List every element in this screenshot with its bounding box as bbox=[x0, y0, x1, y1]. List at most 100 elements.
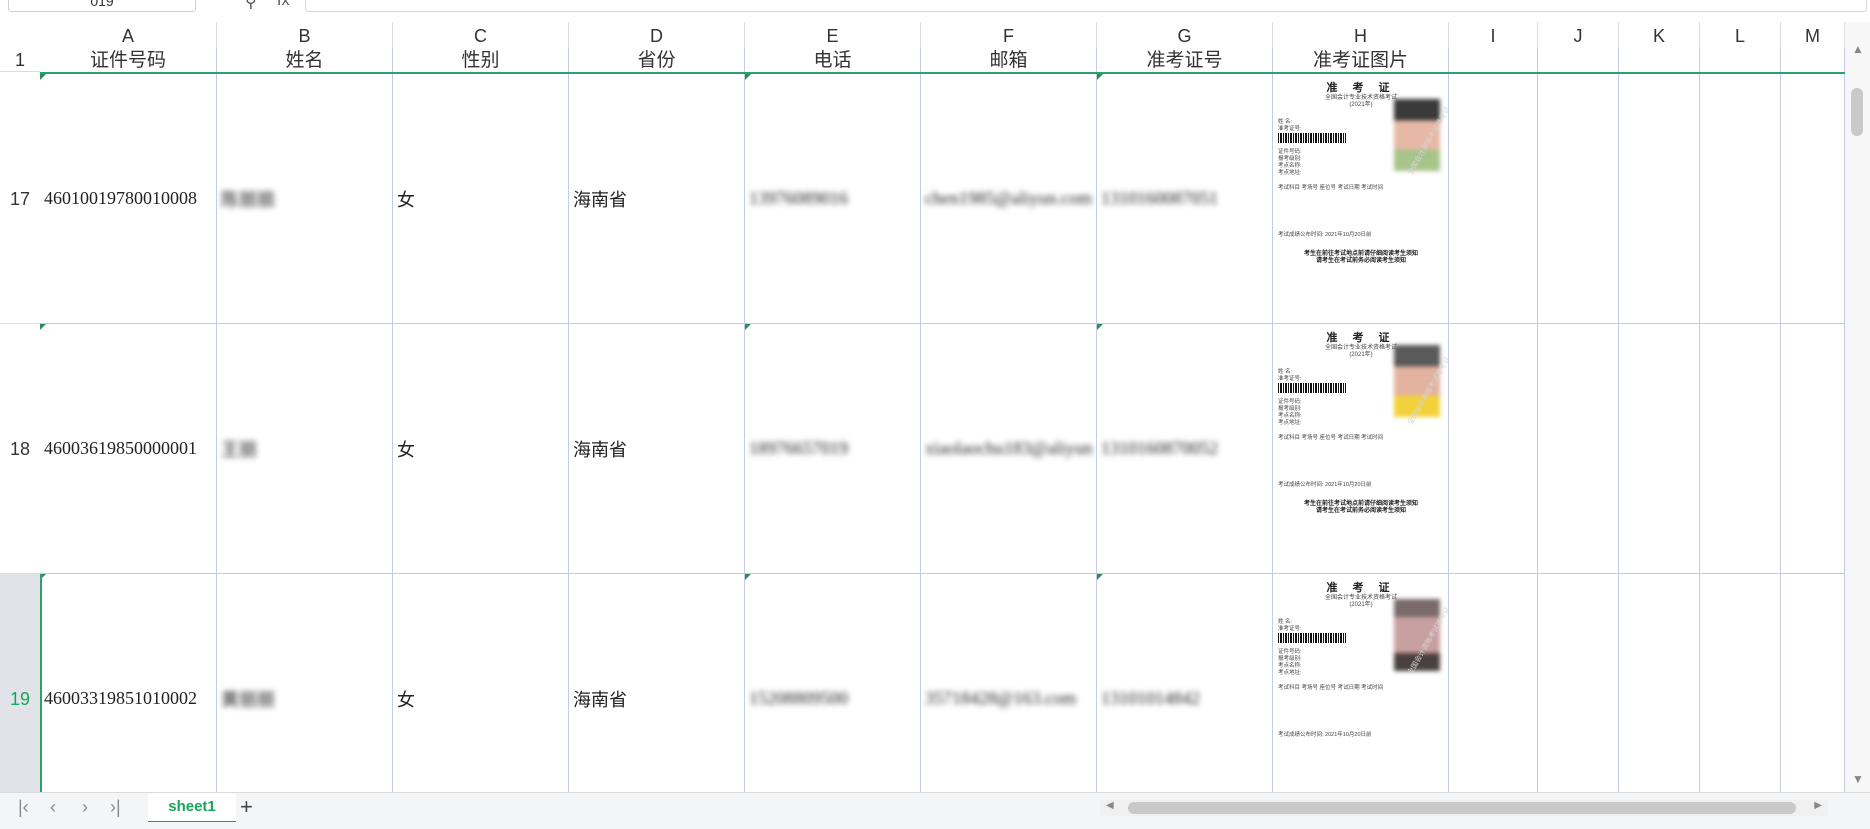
header-cell-phone[interactable]: 电话 bbox=[745, 48, 921, 74]
header-cell-email[interactable]: 邮箱 bbox=[921, 48, 1097, 74]
phone-cell[interactable]: 13976089016 bbox=[745, 74, 921, 324]
empty-cell[interactable] bbox=[1449, 324, 1538, 574]
next-sheet-icon[interactable]: › bbox=[82, 797, 88, 818]
name-cell[interactable]: 王丽 bbox=[217, 324, 393, 574]
phone-cell[interactable]: 15208809500 bbox=[745, 574, 921, 792]
empty-cell[interactable] bbox=[1781, 48, 1845, 74]
header-cell-ticket-number[interactable]: 准考证号 bbox=[1097, 48, 1273, 74]
column-header-e[interactable]: E bbox=[745, 22, 921, 48]
formula-bar: 019 ⚲ fx bbox=[0, 0, 1870, 22]
empty-cell[interactable] bbox=[1538, 48, 1619, 74]
empty-cell[interactable] bbox=[1449, 74, 1538, 324]
empty-cell[interactable] bbox=[1449, 574, 1538, 792]
column-header-h[interactable]: H bbox=[1273, 22, 1449, 48]
empty-cell[interactable] bbox=[1619, 574, 1700, 792]
scroll-left-icon[interactable]: ◀ bbox=[1106, 800, 1114, 811]
id-value: 46010019780010008 bbox=[44, 188, 197, 208]
empty-cell[interactable] bbox=[1619, 324, 1700, 574]
ticket-number-cell[interactable]: 1310160870052 bbox=[1097, 324, 1273, 574]
gender-value: 女 bbox=[397, 189, 415, 210]
column-header-f[interactable]: F bbox=[921, 22, 1097, 48]
horizontal-scroll-thumb[interactable] bbox=[1128, 802, 1796, 814]
id-cell[interactable]: 46010019780010008 bbox=[40, 74, 217, 324]
fx-label[interactable]: fx bbox=[277, 0, 289, 10]
horizontal-scrollbar[interactable]: ◀ ▶ bbox=[1100, 800, 1828, 816]
empty-cell[interactable] bbox=[1538, 74, 1619, 324]
header-cell-gender[interactable]: 性别 bbox=[393, 48, 569, 74]
ticket-title: 准 考 证 bbox=[1326, 582, 1396, 594]
empty-cell[interactable] bbox=[1619, 74, 1700, 324]
exam-table-header: 考试科目 考场号 座位号 考试日期 考试时间 bbox=[1278, 185, 1384, 191]
row-header-19[interactable]: 19 bbox=[0, 574, 40, 792]
province-cell[interactable]: 海南省 bbox=[569, 324, 745, 574]
empty-cell[interactable] bbox=[1781, 74, 1845, 324]
freeze-pane-line bbox=[40, 72, 1845, 74]
column-header-c[interactable]: C bbox=[393, 22, 569, 48]
first-sheet-icon[interactable]: |‹ bbox=[18, 797, 29, 818]
scroll-up-icon[interactable]: ▲ bbox=[1852, 42, 1864, 56]
formula-input[interactable] bbox=[305, 0, 1867, 12]
column-header-m[interactable]: M bbox=[1781, 22, 1845, 48]
gender-value: 女 bbox=[397, 439, 415, 460]
id-cell[interactable]: 46003319851010002 bbox=[40, 574, 217, 792]
column-header-g[interactable]: G bbox=[1097, 22, 1273, 48]
barcode bbox=[1278, 133, 1346, 143]
email-value: chen1985@aliyun.com bbox=[925, 188, 1093, 208]
column-header-k[interactable]: K bbox=[1619, 22, 1700, 48]
empty-cell[interactable] bbox=[1700, 324, 1781, 574]
empty-cell[interactable] bbox=[1781, 324, 1845, 574]
empty-cell[interactable] bbox=[1781, 574, 1845, 792]
id-cell[interactable]: 46003619850000001 bbox=[40, 324, 217, 574]
row-header-18[interactable]: 18 bbox=[0, 324, 40, 574]
province-cell[interactable]: 海南省 bbox=[569, 574, 745, 792]
province-cell[interactable]: 海南省 bbox=[569, 74, 745, 324]
header-cell-id[interactable]: 证件号码 bbox=[40, 48, 217, 74]
sheet-tab-sheet1[interactable]: sheet1 bbox=[148, 793, 236, 823]
gender-cell[interactable]: 女 bbox=[393, 324, 569, 574]
ticket-notice: 考生在前往考试地点前请仔细阅读考生须知 bbox=[1303, 251, 1418, 257]
zoom-search-icon[interactable]: ⚲ bbox=[245, 0, 257, 12]
empty-cell[interactable] bbox=[1700, 574, 1781, 792]
name-cell[interactable]: 陈丽丽 bbox=[217, 74, 393, 324]
column-header-d[interactable]: D bbox=[569, 22, 745, 48]
row-header-1[interactable]: 1 bbox=[0, 48, 40, 72]
name-box[interactable]: 019 bbox=[8, 0, 196, 12]
admission-ticket-image[interactable]: 准 考 证 全国会计专业技术资格考试 (2021年) 全国会计资格考试准考证 姓… bbox=[1274, 325, 1448, 573]
column-header-j[interactable]: J bbox=[1538, 22, 1619, 48]
empty-cell[interactable] bbox=[1449, 48, 1538, 74]
column-header-a[interactable]: A bbox=[40, 22, 217, 48]
header-cell-ticket-image[interactable]: 准考证图片 bbox=[1273, 48, 1449, 74]
email-cell[interactable]: 35718428@163.com bbox=[921, 574, 1097, 792]
column-header-i[interactable]: I bbox=[1449, 22, 1538, 48]
column-header-b[interactable]: B bbox=[217, 22, 393, 48]
header-cell-name[interactable]: 姓名 bbox=[217, 48, 393, 74]
empty-cell[interactable] bbox=[1538, 574, 1619, 792]
empty-cell[interactable] bbox=[1700, 74, 1781, 324]
email-cell[interactable]: xiaolaochu183@aliyun bbox=[921, 324, 1097, 574]
select-all-corner[interactable] bbox=[0, 22, 40, 48]
gender-cell[interactable]: 女 bbox=[393, 74, 569, 324]
gender-cell[interactable]: 女 bbox=[393, 574, 569, 792]
admission-ticket-image[interactable]: 准 考 证 全国会计专业技术资格考试 (2021年) 全国会计资格考试准考证 姓… bbox=[1274, 575, 1448, 792]
province-value: 海南省 bbox=[573, 689, 627, 710]
scroll-right-icon[interactable]: ▶ bbox=[1814, 800, 1822, 811]
name-value: 陈丽丽 bbox=[221, 189, 275, 210]
ticket-number-cell[interactable]: 13101014842 bbox=[1097, 574, 1273, 792]
empty-cell[interactable] bbox=[1700, 48, 1781, 74]
ticket-number-cell[interactable]: 1310160087051 bbox=[1097, 74, 1273, 324]
column-header-l[interactable]: L bbox=[1700, 22, 1781, 48]
name-cell[interactable]: 黄丽丽 bbox=[217, 574, 393, 792]
email-cell[interactable]: chen1985@aliyun.com bbox=[921, 74, 1097, 324]
header-cell-province[interactable]: 省份 bbox=[569, 48, 745, 74]
phone-cell[interactable]: 18976657019 bbox=[745, 324, 921, 574]
empty-cell[interactable] bbox=[1619, 48, 1700, 74]
last-sheet-icon[interactable]: ›| bbox=[110, 797, 121, 818]
prev-sheet-icon[interactable]: ‹ bbox=[50, 797, 56, 818]
add-sheet-icon[interactable]: + bbox=[240, 794, 253, 820]
row-header-17[interactable]: 17 bbox=[0, 74, 40, 324]
admission-ticket-image[interactable]: 准 考 证 全国会计专业技术资格考试 (2021年) 全国会计资格考试准考证 姓… bbox=[1274, 75, 1448, 323]
empty-cell[interactable] bbox=[1538, 324, 1619, 574]
vertical-scrollbar[interactable]: ▲ ▼ bbox=[1845, 22, 1870, 792]
scroll-down-icon[interactable]: ▼ bbox=[1852, 772, 1864, 786]
vertical-scroll-thumb[interactable] bbox=[1851, 88, 1863, 136]
